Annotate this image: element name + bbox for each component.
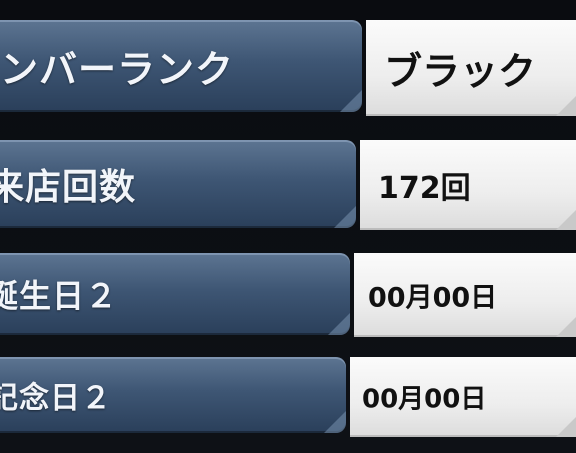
member-info-screen: ンバーランク ブラック 来店回数 172回 誕生日２ 00月00日 記念日２ 0… (0, 0, 576, 453)
visit-count-row: 来店回数 172回 (0, 140, 576, 232)
visit-count-label-cell: 来店回数 (0, 140, 356, 228)
anniversary2-value: 00月00日 (362, 384, 487, 415)
member-rank-label-cell: ンバーランク (0, 20, 362, 112)
anniversary2-value-cell: 00月00日 (350, 357, 576, 437)
anniversary2-row: 記念日２ 00月00日 (0, 357, 576, 437)
member-rank-value-cell: ブラック (366, 20, 576, 116)
member-rank-value: ブラック (384, 49, 537, 94)
anniversary2-label-cell: 記念日２ (0, 357, 346, 433)
birthday2-label: 誕生日２ (0, 277, 119, 315)
visit-count-label: 来店回数 (0, 167, 137, 208)
birthday2-value-cell: 00月00日 (354, 253, 576, 337)
birthday2-row: 誕生日２ 00月00日 (0, 253, 576, 339)
member-rank-row: ンバーランク ブラック (0, 20, 576, 118)
visit-count-value: 172回 (378, 171, 471, 206)
member-rank-label: ンバーランク (0, 47, 235, 92)
visit-count-value-cell: 172回 (360, 140, 576, 230)
birthday2-value: 00月00日 (368, 282, 498, 314)
birthday2-label-cell: 誕生日２ (0, 253, 350, 335)
anniversary2-label: 記念日２ (0, 381, 112, 416)
